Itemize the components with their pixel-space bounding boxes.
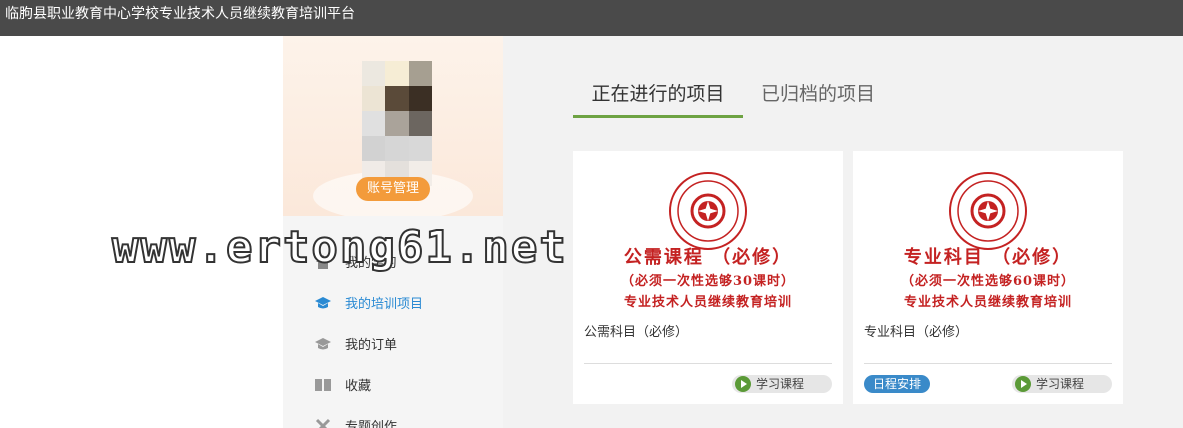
watermark: www.ertong61.net: [111, 221, 568, 274]
sidebar-item-label: 收藏: [345, 379, 372, 394]
school-seal-icon: [949, 172, 1027, 250]
study-course-label: 学习课程: [1036, 377, 1085, 391]
project-tabs: 正在进行的项目 已归档的项目: [573, 76, 1133, 118]
avatar-pixel: [408, 111, 432, 136]
account-management-button[interactable]: 账号管理: [356, 177, 430, 201]
avatar-pixel: [408, 61, 432, 86]
avatar-pixel: [362, 61, 386, 86]
project-cover[interactable]: 专业科目 （必修） （必须一次性选够60课时） 专业技术人员继续教育培训: [853, 151, 1123, 311]
project-card[interactable]: 专业科目 （必修） （必须一次性选够60课时） 专业技术人员继续教育培训 专业科…: [853, 151, 1123, 404]
cover-title: 专业科目 （必修）: [903, 247, 1073, 268]
avatar-pixel: [408, 136, 432, 161]
cover-caption: 专业技术人员继续教育培训: [903, 295, 1072, 310]
schedule-button[interactable]: 日程安排: [864, 375, 931, 393]
avatar-pixel: [408, 86, 432, 111]
avatar-pixel: [362, 136, 386, 161]
study-course-button[interactable]: 学习课程: [732, 375, 832, 393]
sidebar-item-label: 我的订单: [345, 338, 398, 353]
book-icon: [313, 375, 333, 395]
avatar[interactable]: [362, 61, 432, 186]
project-name[interactable]: 公需科目（必修）: [584, 321, 688, 340]
sidebar-item-topic-creation[interactable]: 专题创作: [283, 405, 503, 428]
study-course-label: 学习课程: [756, 377, 805, 391]
cover-subtitle: （必须一次性选够30课时）: [620, 274, 796, 289]
profile-panel: 账号管理: [283, 36, 503, 216]
tab-ongoing-projects[interactable]: 正在进行的项目: [573, 76, 743, 118]
order-icon: [313, 334, 333, 354]
site-title: 临朐县职业教育中心学校专业技术人员继续教育培训平台: [5, 6, 355, 22]
school-seal-icon: [669, 172, 747, 250]
avatar-pixel: [385, 86, 409, 111]
cover-caption: 专业技术人员继续教育培训: [623, 295, 792, 310]
avatar-pixel: [362, 86, 386, 111]
play-icon: [1015, 376, 1031, 392]
project-card[interactable]: 公需课程 （必修） （必须一次性选够30课时） 专业技术人员继续教育培训 公需科…: [573, 151, 843, 404]
avatar-pixel: [362, 111, 386, 136]
sidebar-item-favorites[interactable]: 收藏: [283, 364, 503, 405]
tools-icon: [313, 416, 333, 428]
avatar-pixel: [385, 111, 409, 136]
play-icon: [735, 376, 751, 392]
tab-archived-projects[interactable]: 已归档的项目: [761, 76, 875, 118]
divider: [864, 363, 1112, 364]
divider: [584, 363, 832, 364]
sidebar-item-label: 专题创作: [345, 420, 398, 428]
cover-title: 公需课程 （必修）: [623, 247, 793, 268]
project-cover[interactable]: 公需课程 （必修） （必须一次性选够30课时） 专业技术人员继续教育培训: [573, 151, 843, 311]
study-course-button[interactable]: 学习课程: [1012, 375, 1112, 393]
cover-subtitle: （必须一次性选够60课时）: [900, 274, 1076, 289]
avatar-pixel: [385, 61, 409, 86]
sidebar-item-label: 我的培训项目: [345, 297, 424, 312]
sidebar-item-my-orders[interactable]: 我的订单: [283, 323, 503, 364]
top-bar: 临朐县职业教育中心学校专业技术人员继续教育培训平台: [0, 0, 1183, 36]
graduation-cap-icon: [313, 293, 333, 313]
avatar-pixel: [385, 136, 409, 161]
project-name[interactable]: 专业科目（必修）: [864, 321, 968, 340]
sidebar-item-my-training-projects[interactable]: 我的培训项目: [283, 282, 503, 323]
